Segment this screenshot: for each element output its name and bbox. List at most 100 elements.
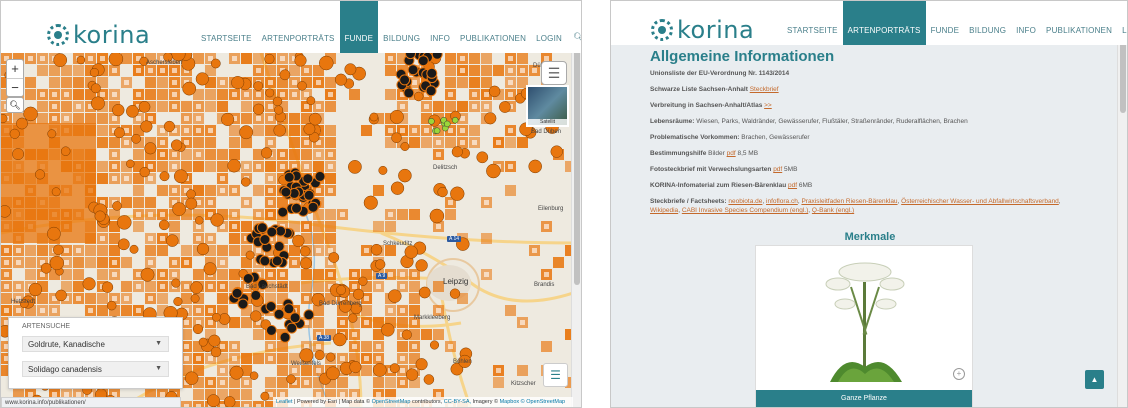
grid-cell	[145, 89, 156, 100]
grid-cell-hole	[148, 212, 153, 217]
road-a14: A 14	[447, 236, 462, 242]
map-label-boehlen: Böhlen	[453, 359, 472, 365]
grid-cell	[85, 113, 96, 124]
grid-cell	[205, 101, 216, 112]
grid-cell	[325, 221, 336, 232]
occurrence-dot	[348, 313, 358, 323]
latin-name-select[interactable]: Solidago canadensis ▼	[22, 361, 169, 377]
distribution-link[interactable]: >>	[764, 102, 772, 109]
scroll-thumb[interactable]	[574, 15, 580, 285]
grid-cell	[157, 185, 168, 196]
plant-image-card[interactable]: + Ganze Pflanze	[755, 245, 973, 407]
grid-cell	[229, 317, 240, 328]
nav-funde[interactable]: FUNDE	[339, 1, 379, 53]
occurrence-dot-dark	[266, 226, 278, 238]
nav-funde[interactable]: FUNDE	[926, 26, 965, 45]
species-search-label: ARTENSUCHE	[22, 323, 71, 330]
grid-cell	[85, 245, 96, 256]
grid-cell	[229, 269, 240, 280]
osm-link-2[interactable]: © OpenStreetMap	[521, 399, 565, 405]
korina-logo[interactable]: korina	[651, 16, 754, 44]
nav-publikationen[interactable]: PUBLIKATIONEN	[455, 34, 531, 53]
osm-link[interactable]: OpenStreetMap	[372, 399, 411, 405]
satellite-layer-thumbnail[interactable]: Satellit	[526, 85, 569, 127]
gear-logo-icon	[651, 19, 673, 41]
factsheet-link[interactable]: infoflora.ch	[766, 198, 798, 205]
nav-startseite[interactable]: STARTSEITE	[196, 34, 257, 53]
grid-cell	[169, 221, 180, 232]
grid-cell	[481, 65, 492, 76]
zoom-out-button[interactable]: −	[7, 78, 23, 96]
grid-cell	[265, 377, 276, 388]
nav-startseite[interactable]: STARTSEITE	[782, 26, 843, 45]
grid-cell	[25, 77, 36, 88]
factsheet-link[interactable]: Q-Bank (engl.)	[812, 207, 854, 214]
search-icon[interactable]: 🔍︎	[567, 32, 581, 53]
mapbox-link[interactable]: Mapbox	[500, 399, 520, 405]
leaflet-link[interactable]: Leaflet	[276, 399, 293, 405]
map-search-icon[interactable]: 🔍︎	[6, 97, 24, 113]
factsheet-link[interactable]: CABI Invasive Species Compendium (engl.)	[682, 207, 808, 214]
korina-logo[interactable]: korina	[47, 21, 150, 49]
grid-cell	[145, 77, 156, 88]
grid-cell	[325, 137, 336, 148]
list-view-icon[interactable]: ☰	[543, 363, 568, 387]
german-name-select[interactable]: Goldrute, Kanadische ▼	[22, 336, 169, 352]
grid-cell-hole	[436, 224, 441, 229]
black-list-link[interactable]: Steckbrief	[750, 86, 779, 93]
grid-cell-hole	[292, 92, 297, 97]
korina-pdf-link[interactable]: pdf	[788, 182, 797, 189]
back-to-top-icon[interactable]: ▲	[1085, 370, 1104, 389]
occurrence-dot-dark	[399, 74, 411, 86]
nav-login[interactable]: LOGIN	[531, 34, 567, 53]
layers-icon[interactable]: ☰	[541, 61, 567, 85]
grid-cell-hole	[304, 296, 309, 301]
occurrence-dot-dark	[314, 170, 326, 182]
scroll-thumb[interactable]	[1120, 41, 1126, 113]
occurrence-dot	[319, 55, 334, 71]
nav-bildung[interactable]: BILDUNG	[964, 26, 1011, 45]
occurrence-dot	[60, 146, 71, 156]
grid-cell-hole	[124, 176, 129, 181]
nav-login[interactable]: LOGIN	[1117, 26, 1127, 45]
zoom-in-button[interactable]: +	[7, 60, 23, 78]
factsheet-link[interactable]: Wikipedia	[650, 207, 678, 214]
right-scrollbar[interactable]	[1117, 1, 1127, 407]
occurrence-dot	[401, 329, 412, 340]
nav-publikationen[interactable]: PUBLIKATIONEN	[1041, 26, 1117, 45]
nav-artenportraets[interactable]: ARTENPORTRÄTS	[257, 34, 340, 53]
grid-cell-hole	[208, 380, 213, 385]
grid-cell	[445, 77, 456, 88]
nav-bildung[interactable]: BILDUNG	[378, 34, 425, 53]
grid-cell	[421, 329, 432, 340]
occurrence-dot	[437, 186, 448, 198]
logo-text: korina	[677, 16, 755, 44]
id-help-pdf-link[interactable]: pdf	[727, 150, 736, 157]
nav-artenportraets[interactable]: ARTENPORTRÄTS	[842, 1, 926, 45]
factsheet-link[interactable]: Österreichischer Wasser- und Abfallwirts…	[901, 198, 1059, 205]
grid-cell-hole	[220, 176, 225, 181]
zoom-image-icon[interactable]: +	[953, 368, 965, 380]
grid-cell	[241, 221, 252, 232]
nav-info[interactable]: INFO	[425, 34, 455, 53]
grid-cell	[361, 341, 372, 352]
grid-cell	[397, 209, 408, 220]
occurrence-dot	[370, 243, 383, 256]
grid-cell-hole	[484, 104, 489, 109]
grid-cell-hole	[112, 152, 117, 157]
factsheet-link[interactable]: Praxisleitfaden Riesen-Bärenklau	[801, 198, 897, 205]
occurrence-dot	[273, 124, 286, 137]
grid-cell	[325, 77, 336, 88]
grid-cell	[373, 221, 384, 232]
factsheet-link[interactable]: neobiota.de	[728, 198, 762, 205]
photo-pdf-link[interactable]: pdf	[773, 166, 782, 173]
grid-cell-hole	[148, 116, 153, 121]
occurrence-dot	[159, 171, 170, 182]
grid-cell-hole	[112, 68, 117, 73]
grid-cell	[25, 269, 36, 280]
left-scrollbar[interactable]	[571, 1, 581, 407]
license-link[interactable]: CC-BY-SA,	[444, 399, 471, 405]
grid-cell-hole	[232, 344, 237, 349]
nav-info[interactable]: INFO	[1011, 26, 1041, 45]
occurrence-dot-dark	[279, 331, 291, 343]
